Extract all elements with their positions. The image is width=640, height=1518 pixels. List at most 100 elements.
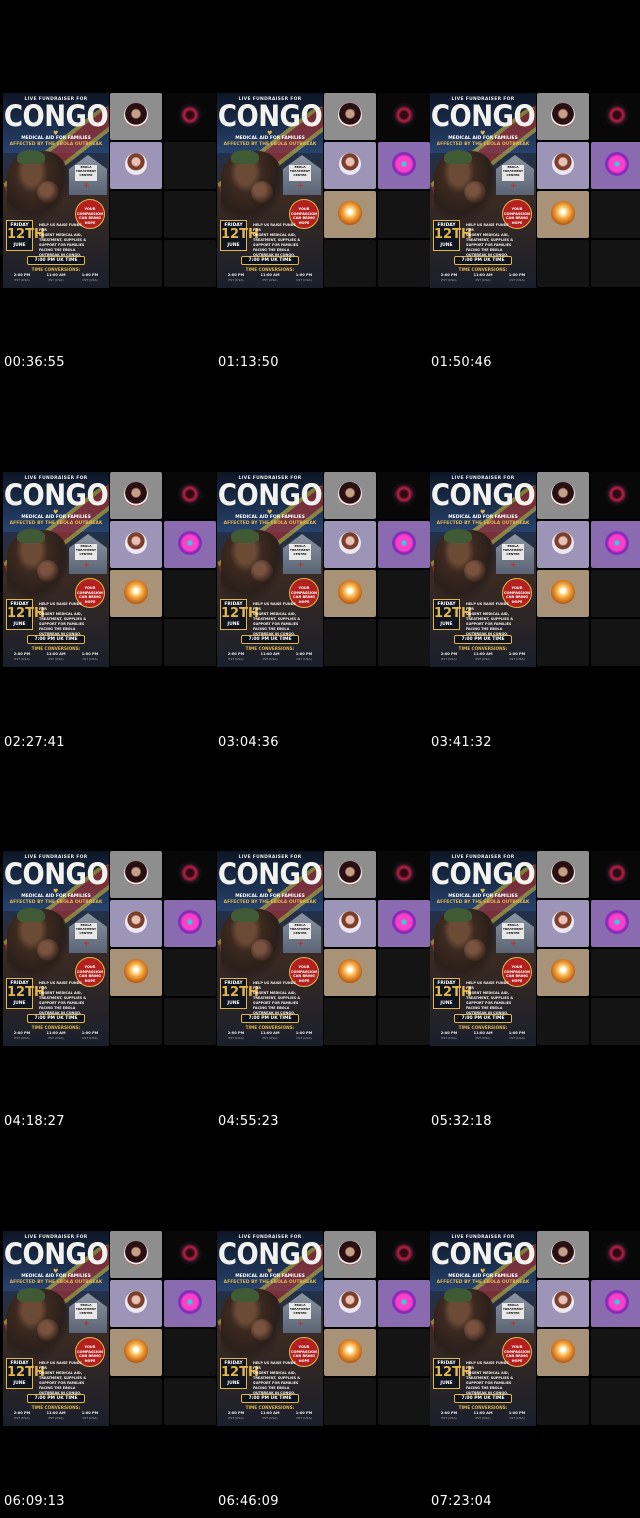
- participant-tile[interactable]: [164, 1280, 216, 1327]
- poster-title: CONGO: [430, 478, 536, 512]
- participant-tile[interactable]: [324, 142, 376, 189]
- video-frame-thumbnail[interactable]: LIVE FUNDRAISER FOR CONGO ♥ MEDICAL AID …: [3, 472, 216, 667]
- participant-tile[interactable]: [324, 1329, 376, 1376]
- participant-tile[interactable]: [537, 949, 589, 996]
- participant-tile[interactable]: [537, 1280, 589, 1327]
- child-figure-image: [464, 939, 486, 961]
- participant-tile[interactable]: [110, 570, 162, 617]
- participant-tile[interactable]: [110, 1280, 162, 1327]
- participant-tile[interactable]: [110, 93, 162, 140]
- treatment-center-sign: EBOLA TREATMENT CENTER: [502, 544, 524, 560]
- participant-tile[interactable]: [378, 1231, 430, 1278]
- participant-tile[interactable]: [110, 1231, 162, 1278]
- participant-tile[interactable]: [591, 900, 640, 947]
- child-figure-image: [37, 1319, 59, 1341]
- dark-rose-avatar-icon: [178, 482, 202, 506]
- poster-title: CONGO: [3, 478, 109, 512]
- participant-tile[interactable]: [324, 191, 376, 238]
- zone-pst: 11:00 AM PST (USA): [473, 1411, 493, 1420]
- participant-tile[interactable]: [164, 1231, 216, 1278]
- child-figure-image: [37, 939, 59, 961]
- poster-subtitle-2: AFFECTED BY THE EBOLA OUTBREAK: [436, 900, 530, 905]
- participant-tile[interactable]: [110, 1329, 162, 1376]
- video-frame-thumbnail[interactable]: LIVE FUNDRAISER FOR CONGO ♥ MEDICAL AID …: [3, 1231, 216, 1426]
- woman-avatar-icon: [125, 911, 147, 933]
- video-frame-thumbnail[interactable]: LIVE FUNDRAISER FOR CONGO ♥ MEDICAL AID …: [217, 851, 430, 1046]
- participant-tile[interactable]: [110, 521, 162, 568]
- participant-tile[interactable]: [324, 570, 376, 617]
- participant-tile[interactable]: [591, 93, 640, 140]
- neon-globe-avatar-icon: [392, 152, 416, 176]
- glowing-figure-avatar-icon: [338, 580, 362, 604]
- participant-tile[interactable]: [110, 472, 162, 519]
- participant-tile[interactable]: [537, 93, 589, 140]
- participant-tile[interactable]: [164, 521, 216, 568]
- participant-tile[interactable]: [537, 191, 589, 238]
- video-frame-thumbnail[interactable]: LIVE FUNDRAISER FOR CONGO ♥ MEDICAL AID …: [430, 1231, 640, 1426]
- participant-tile[interactable]: [110, 142, 162, 189]
- sign-text: EBOLA TREATMENT CENTER: [502, 165, 524, 177]
- participant-tile[interactable]: [324, 521, 376, 568]
- participant-tile[interactable]: [537, 142, 589, 189]
- video-frame-thumbnail[interactable]: LIVE FUNDRAISER FOR CONGO ♥ MEDICAL AID …: [217, 1231, 430, 1426]
- participant-tile[interactable]: [537, 1231, 589, 1278]
- participant-tile[interactable]: [378, 851, 430, 898]
- empty-tile: [324, 1378, 376, 1425]
- participant-tile[interactable]: [537, 521, 589, 568]
- participant-tile[interactable]: [324, 1231, 376, 1278]
- participant-tile[interactable]: [324, 93, 376, 140]
- participant-tile[interactable]: [324, 851, 376, 898]
- neon-globe-avatar-icon: [605, 910, 629, 934]
- video-frame-thumbnail[interactable]: LIVE FUNDRAISER FOR CONGO ♥ MEDICAL AID …: [3, 851, 216, 1046]
- participant-tile[interactable]: [110, 900, 162, 947]
- sign-text: EBOLA TREATMENT CENTER: [289, 923, 311, 935]
- participant-tile[interactable]: [537, 1329, 589, 1376]
- participant-tile[interactable]: [591, 142, 640, 189]
- video-frame-thumbnail[interactable]: LIVE FUNDRAISER FOR CONGO ♥ MEDICAL AID …: [217, 472, 430, 667]
- profile-avatar-icon: [124, 103, 148, 127]
- participant-tile[interactable]: [591, 1231, 640, 1278]
- time-zones: 2:00 PM EST (USA) 11:00 AM PST (USA) 1:00 …: [7, 1031, 105, 1043]
- participant-tile[interactable]: [591, 472, 640, 519]
- event-month: JUNE: [227, 1001, 240, 1006]
- zone-pst: 11:00 AM PST (USA): [473, 1031, 493, 1040]
- date-box: FRIDAY 12TH JUNE: [433, 978, 472, 1009]
- participant-tile[interactable]: [537, 900, 589, 947]
- video-frame-thumbnail[interactable]: LIVE FUNDRAISER FOR CONGO ♥ MEDICAL AID …: [430, 93, 640, 288]
- dark-rose-avatar-icon: [392, 103, 416, 127]
- participant-tile[interactable]: [537, 472, 589, 519]
- treatment-center-sign: EBOLA TREATMENT CENTER: [289, 544, 311, 560]
- video-frame-thumbnail[interactable]: LIVE FUNDRAISER FOR CONGO ♥ MEDICAL AID …: [3, 93, 216, 288]
- participant-tile[interactable]: [324, 900, 376, 947]
- participant-tile[interactable]: [591, 521, 640, 568]
- participant-tile[interactable]: [164, 93, 216, 140]
- participant-tile[interactable]: [164, 900, 216, 947]
- participant-tile[interactable]: [378, 472, 430, 519]
- video-frame-thumbnail[interactable]: LIVE FUNDRAISER FOR CONGO ♥ MEDICAL AID …: [430, 472, 640, 667]
- poster-title: CONGO: [217, 478, 323, 512]
- participant-tile[interactable]: [378, 142, 430, 189]
- participant-tile[interactable]: [378, 521, 430, 568]
- empty-tile: [164, 142, 216, 189]
- poster-subtitle-2: AFFECTED BY THE EBOLA OUTBREAK: [223, 521, 317, 526]
- participant-tile[interactable]: [378, 93, 430, 140]
- video-frame-thumbnail[interactable]: LIVE FUNDRAISER FOR CONGO ♥ MEDICAL AID …: [217, 93, 430, 288]
- participant-tile[interactable]: [591, 1280, 640, 1327]
- medical-cross-icon: +: [297, 939, 304, 948]
- participant-tile[interactable]: [378, 1280, 430, 1327]
- participant-tile[interactable]: [591, 851, 640, 898]
- participant-tile[interactable]: [110, 851, 162, 898]
- empty-tile: [110, 619, 162, 666]
- participant-tile[interactable]: [537, 851, 589, 898]
- participant-tile[interactable]: [324, 472, 376, 519]
- zone-cst: 1:00 PM CST (USA): [81, 1411, 99, 1420]
- participant-tile[interactable]: [378, 900, 430, 947]
- participant-tile[interactable]: [324, 1280, 376, 1327]
- participant-tile[interactable]: [164, 472, 216, 519]
- medical-cross-icon: +: [83, 1319, 90, 1328]
- participant-tile[interactable]: [537, 570, 589, 617]
- participant-tile[interactable]: [324, 949, 376, 996]
- participant-tile[interactable]: [164, 851, 216, 898]
- video-frame-thumbnail[interactable]: LIVE FUNDRAISER FOR CONGO ♥ MEDICAL AID …: [430, 851, 640, 1046]
- participant-tile[interactable]: [110, 949, 162, 996]
